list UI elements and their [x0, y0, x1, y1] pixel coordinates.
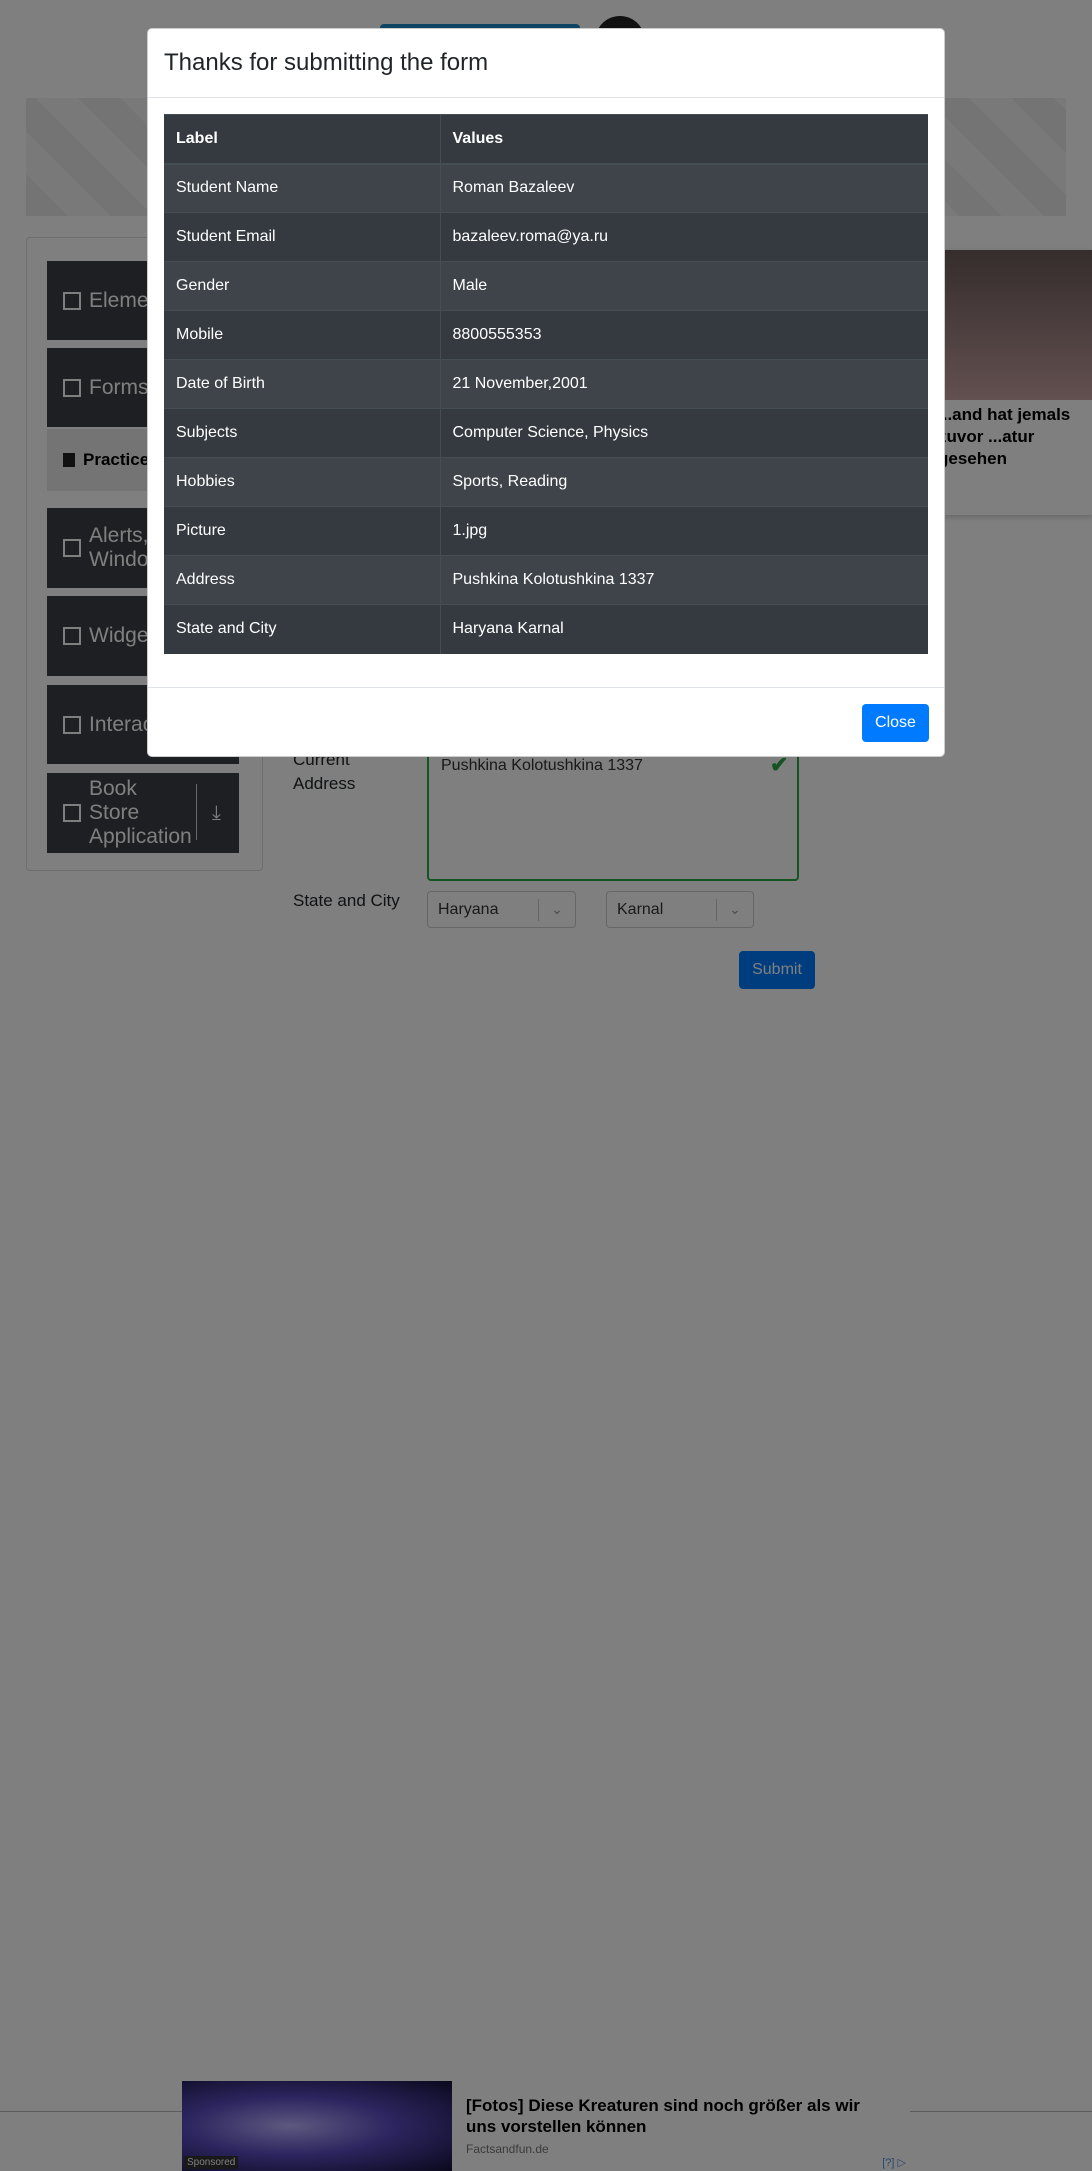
table-row: Gender Male [164, 261, 928, 311]
row-label: Address [164, 555, 441, 605]
row-value: Roman Bazaleev [440, 163, 928, 213]
table-row: Subjects Computer Science, Physics [164, 408, 928, 458]
table-row: Student Name Roman Bazaleev [164, 163, 928, 213]
row-value: Computer Science, Physics [440, 408, 928, 458]
row-label: Hobbies [164, 457, 441, 507]
row-value: Sports, Reading [440, 457, 928, 507]
modal-footer: Close [148, 687, 944, 757]
row-value: Haryana Karnal [440, 604, 928, 654]
row-value: Male [440, 261, 928, 311]
row-label: State and City [164, 604, 441, 654]
row-label: Student Email [164, 212, 441, 262]
table-row: Address Pushkina Kolotushkina 1337 [164, 555, 928, 605]
table-row: Hobbies Sports, Reading [164, 457, 928, 507]
modal-header: Thanks for submitting the form [148, 29, 944, 98]
row-value: bazaleev.roma@ya.ru [440, 212, 928, 262]
row-value: 21 November,2001 [440, 359, 928, 409]
close-button[interactable]: Close [862, 704, 929, 742]
row-value: Pushkina Kolotushkina 1337 [440, 555, 928, 605]
modal-body: Label Values Student Name Roman Bazaleev … [148, 98, 944, 670]
column-header-values: Values [440, 114, 928, 165]
row-value: 1.jpg [440, 506, 928, 556]
table-row: Mobile 8800555353 [164, 310, 928, 360]
table-row: Student Email bazaleev.roma@ya.ru [164, 212, 928, 262]
row-label: Student Name [164, 163, 441, 213]
row-label: Picture [164, 506, 441, 556]
table-row: Date of Birth 21 November,2001 [164, 359, 928, 409]
row-label: Date of Birth [164, 359, 441, 409]
modal-title: Thanks for submitting the form [164, 49, 489, 76]
table-row: Picture 1.jpg [164, 506, 928, 556]
table-row: State and City Haryana Karnal [164, 604, 928, 654]
row-label: Gender [164, 261, 441, 311]
submission-modal: Thanks for submitting the form Label Val… [147, 28, 945, 757]
column-header-label: Label [164, 114, 441, 165]
row-value: 8800555353 [440, 310, 928, 360]
results-table: Label Values Student Name Roman Bazaleev … [164, 114, 928, 654]
row-label: Mobile [164, 310, 441, 360]
row-label: Subjects [164, 408, 441, 458]
table-header-row: Label Values [164, 114, 928, 165]
